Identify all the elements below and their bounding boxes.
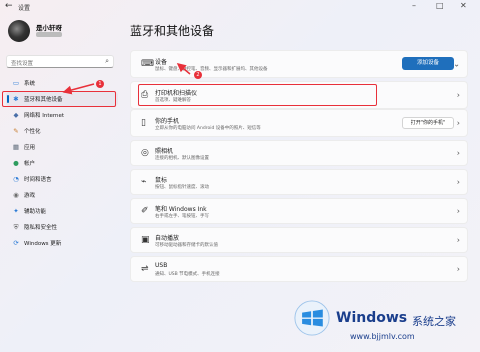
watermark: Windows 系统之家 www.bjjmlv.com (288, 296, 478, 350)
annotation-badge-2: 2 (194, 71, 202, 79)
watermark-cn: 系统之家 (412, 315, 456, 328)
watermark-url: www.bjjmlv.com (350, 332, 415, 341)
watermark-brand: Windows (336, 310, 408, 326)
annotation-badge-1: 1 (96, 80, 104, 88)
windows-logo-icon (294, 300, 330, 336)
arrow-to-nav (62, 83, 95, 95)
arrow-to-devices (176, 63, 191, 75)
